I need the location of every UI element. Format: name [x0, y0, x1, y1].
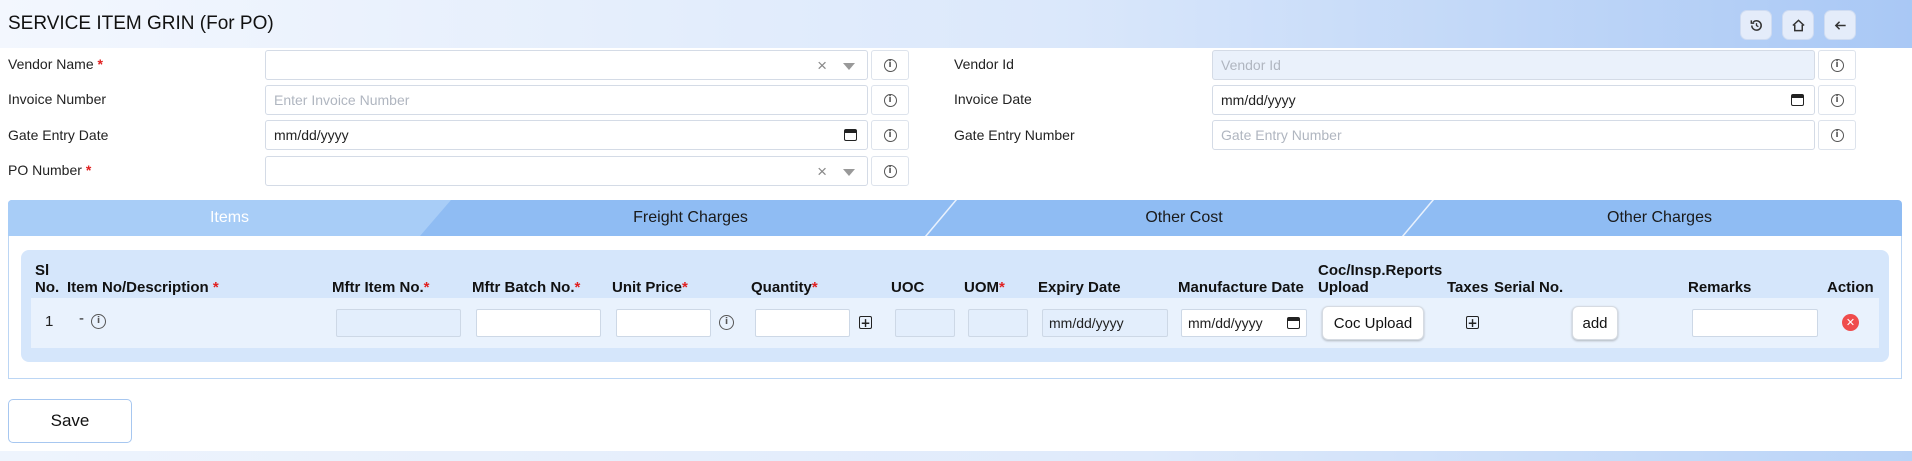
coc-upload-button[interactable]: Coc Upload — [1322, 306, 1424, 340]
gate-entry-number-info-button[interactable]: i — [1818, 120, 1856, 150]
back-arrow-icon — [1834, 20, 1846, 30]
invoice-number-label: Invoice Number — [8, 91, 107, 107]
clear-icon[interactable]: × — [817, 162, 827, 182]
invoice-date-info-button[interactable]: i — [1818, 85, 1856, 115]
header-remarks: Remarks — [1688, 279, 1752, 296]
header-expiry-date: Expiry Date — [1038, 279, 1121, 296]
table-row: 1 - i i + mm/dd/yyyy mm/dd/yyyy Coc Uplo… — [31, 298, 1879, 348]
vendor-name-info-button[interactable]: i — [871, 50, 909, 80]
vendor-name-select[interactable]: × — [265, 50, 868, 80]
unit-price-info-button[interactable]: i — [719, 315, 734, 330]
header-item-description: Item No/Description * — [67, 279, 219, 296]
info-icon: i — [719, 315, 734, 330]
expiry-date-value: mm/dd/yyyy — [1049, 315, 1124, 331]
header-coc-upload: Coc/Insp.Reports Upload — [1318, 262, 1443, 296]
invoice-date-label: Invoice Date — [954, 91, 1032, 107]
quantity-add-icon[interactable]: + — [859, 316, 872, 329]
header-uoc: UOC — [891, 279, 925, 296]
header-sl-no: Sl No. — [35, 262, 60, 296]
tab-other-charges[interactable]: Other Charges — [1417, 200, 1902, 236]
header-serial-no: Serial No. — [1494, 279, 1564, 296]
back-button[interactable] — [1824, 10, 1856, 40]
info-icon: i — [883, 58, 897, 72]
tab-items[interactable]: Items — [8, 200, 451, 236]
info-icon: i — [91, 314, 106, 329]
info-icon: i — [883, 93, 897, 107]
gate-entry-date-value: mm/dd/yyyy — [274, 127, 349, 143]
po-number-label: PO Number * — [8, 162, 92, 178]
manufacture-date-value: mm/dd/yyyy — [1188, 315, 1263, 331]
save-button[interactable]: Save — [8, 399, 132, 443]
mftr-batch-input[interactable] — [476, 309, 601, 337]
clear-icon[interactable]: × — [817, 56, 827, 76]
serial-add-button[interactable]: add — [1572, 306, 1618, 340]
items-table: Sl No. Item No/Description * Mftr Item No… — [21, 250, 1889, 362]
delete-row-icon[interactable]: ✕ — [1842, 314, 1859, 331]
mftr-item-input[interactable] — [336, 309, 461, 337]
invoice-date-value: mm/dd/yyyy — [1221, 92, 1296, 108]
invoice-date-input[interactable]: mm/dd/yyyy — [1212, 85, 1815, 115]
home-icon — [1791, 18, 1805, 31]
remarks-input[interactable] — [1692, 309, 1818, 337]
page-title: SERVICE ITEM GRIN (For PO) — [8, 13, 274, 34]
quantity-input[interactable] — [755, 309, 850, 337]
manufacture-date-input[interactable]: mm/dd/yyyy — [1181, 309, 1307, 337]
row-item-value: - — [79, 310, 84, 327]
header-unit-price: Unit Price* — [612, 279, 688, 296]
items-panel: Sl No. Item No/Description * Mftr Item No… — [8, 236, 1902, 379]
calendar-icon[interactable] — [844, 129, 857, 141]
tab-other-cost[interactable]: Other Cost — [940, 200, 1428, 236]
item-info-button[interactable]: i — [91, 314, 106, 329]
info-icon: i — [1830, 58, 1844, 72]
gate-entry-number-label: Gate Entry Number — [954, 127, 1075, 143]
info-icon: i — [1830, 128, 1844, 142]
vendor-name-label: Vendor Name * — [8, 56, 103, 72]
row-sl-no: 1 — [45, 313, 54, 330]
vendor-id-label: Vendor Id — [954, 56, 1014, 72]
uom-input[interactable] — [968, 309, 1028, 337]
gate-entry-date-input[interactable]: mm/dd/yyyy — [265, 120, 868, 150]
gate-entry-date-label: Gate Entry Date — [8, 127, 109, 143]
invoice-number-info-button[interactable]: i — [871, 85, 909, 115]
history-icon — [1750, 19, 1762, 31]
calendar-icon[interactable] — [1287, 317, 1300, 329]
expiry-date-input[interactable]: mm/dd/yyyy — [1042, 309, 1168, 337]
taxes-add-icon[interactable]: + — [1466, 316, 1479, 329]
page-header: SERVICE ITEM GRIN (For PO) — [0, 0, 1912, 48]
header-taxes: Taxes — [1447, 279, 1489, 296]
header-manufacture-date: Manufacture Date — [1178, 279, 1304, 296]
header-action: Action — [1827, 279, 1874, 296]
unit-price-input[interactable] — [616, 309, 711, 337]
uoc-input[interactable] — [895, 309, 955, 337]
gate-entry-number-input[interactable]: Gate Entry Number — [1212, 120, 1815, 150]
po-number-select[interactable]: × — [265, 156, 868, 186]
info-icon: i — [883, 128, 897, 142]
po-number-info-button[interactable]: i — [871, 156, 909, 186]
tab-bar: Items Freight Charges Other Cost Other C… — [8, 200, 1902, 236]
vendor-id-input[interactable]: Vendor Id — [1212, 50, 1815, 80]
page: SERVICE ITEM GRIN (For PO) Vendor Name *… — [0, 0, 1912, 451]
header-quantity: Quantity* — [751, 279, 818, 296]
header-mftr-item-no: Mftr Item No.* — [332, 279, 430, 296]
history-button[interactable] — [1740, 10, 1772, 40]
header-uom: UOM* — [964, 279, 1005, 296]
caret-down-icon[interactable] — [843, 169, 855, 176]
caret-down-icon[interactable] — [843, 63, 855, 70]
info-icon: i — [1830, 93, 1844, 107]
vendor-id-info-button[interactable]: i — [1818, 50, 1856, 80]
calendar-icon[interactable] — [1791, 94, 1804, 106]
invoice-number-input[interactable]: Enter Invoice Number — [265, 85, 868, 115]
home-button[interactable] — [1782, 10, 1814, 40]
gate-entry-date-info-button[interactable]: i — [871, 120, 909, 150]
tab-freight-charges[interactable]: Freight Charges — [433, 200, 948, 236]
info-icon: i — [883, 164, 897, 178]
header-mftr-batch-no: Mftr Batch No.* — [472, 279, 581, 296]
